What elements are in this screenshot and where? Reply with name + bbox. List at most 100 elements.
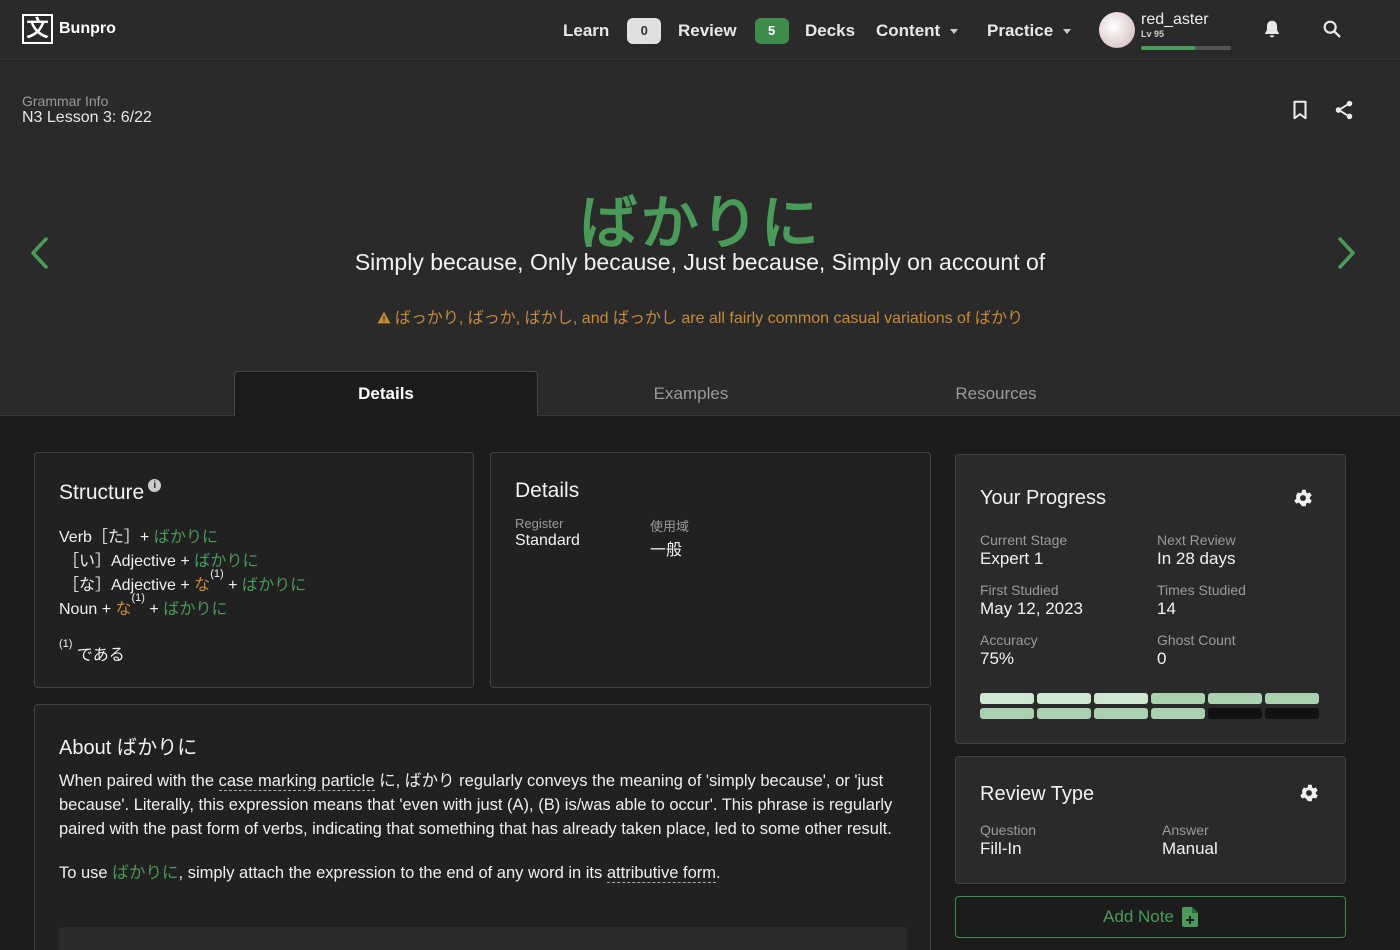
about-card: About ばかりに When paired with the case mar…: [34, 704, 931, 950]
grammar-info-label: Grammar Info: [22, 93, 109, 109]
next-review-field: Next Review In 28 days: [1157, 532, 1236, 569]
first-studied-label: First Studied: [980, 582, 1059, 598]
structure-grammar: ばかりに: [241, 577, 307, 594]
structure-line-verb: Verb［た］+ ばかりに: [59, 523, 218, 547]
structure-footnote: (1) である: [59, 638, 125, 665]
level-progress-fill: [1141, 46, 1195, 50]
structure-pattern: Noun +: [59, 601, 116, 618]
ghost-count-value: 0: [1157, 649, 1167, 668]
answer-type-field: Answer Manual: [1162, 822, 1218, 859]
times-studied-label: Times Studied: [1157, 582, 1246, 598]
footnote-ref: (1): [210, 568, 224, 580]
structure-plus: +: [144, 601, 164, 618]
structure-title: Structure i: [59, 479, 162, 505]
about-body: When paired with the case marking partic…: [59, 769, 909, 885]
tab-resources[interactable]: Resources: [844, 371, 1148, 416]
structure-title-text: Structure: [59, 481, 145, 504]
structure-card: Structure i Verb［た］+ ばかりに ［い］Adjective + …: [34, 452, 474, 688]
review-type-title: Review Type: [980, 783, 1095, 805]
srs-segment: [1265, 708, 1319, 719]
nav-review[interactable]: Review 5: [678, 18, 789, 44]
accuracy-value: 75%: [980, 649, 1015, 668]
avatar: [1099, 12, 1135, 48]
bell-icon[interactable]: [1261, 18, 1283, 40]
times-studied-field: Times Studied 14: [1157, 582, 1246, 619]
nav-review-label: Review: [678, 21, 737, 40]
structure-grammar: ばかりに: [194, 553, 259, 570]
share-icon[interactable]: [1333, 99, 1355, 121]
answer-label: Answer: [1162, 822, 1209, 838]
bookmark-icon[interactable]: [1289, 99, 1311, 121]
question-type-field: Question Fill-In: [980, 822, 1036, 859]
details-title: Details: [515, 479, 580, 502]
structure-line-na-adjective: ［な］Adjective + な(1) + ばかりに: [63, 568, 307, 595]
search-icon[interactable]: [1321, 18, 1343, 40]
details-card: Details Register Standard 使用域 一般: [490, 452, 931, 688]
structure-plus: +: [223, 577, 242, 594]
usage-field: 使用域 一般: [650, 516, 689, 560]
accuracy-label: Accuracy: [980, 632, 1038, 648]
nav-content-dropdown[interactable]: Content: [876, 20, 959, 42]
about-text: When paired with the: [59, 772, 219, 790]
nav-learn[interactable]: Learn 0: [563, 18, 662, 44]
first-studied-field: First Studied May 12, 2023: [980, 582, 1083, 619]
current-stage-value: Expert 1: [980, 549, 1044, 568]
warning-icon: [377, 311, 391, 324]
info-icon[interactable]: i: [148, 479, 162, 492]
usage-label: 使用域: [650, 519, 690, 534]
tab-details[interactable]: Details: [234, 371, 538, 416]
user-level: Lv 95: [1141, 29, 1165, 39]
srs-segment: [1151, 693, 1205, 704]
lesson-indicator: N3 Lesson 3: 6/22: [22, 109, 152, 126]
ghost-count-field: Ghost Count 0: [1157, 632, 1236, 669]
caret-down-icon: [1063, 28, 1072, 34]
structure-pattern: ［な］Adjective +: [63, 577, 195, 594]
structure-grammar: ばかりに: [153, 529, 219, 546]
casual-variation-warning: ばっかり, ばっか, ばかし, and ばっかし are all fairly …: [0, 304, 1400, 328]
tab-examples[interactable]: Examples: [539, 371, 843, 416]
add-note-button[interactable]: Add Note: [955, 896, 1346, 938]
structure-pattern: Verb［た］+: [59, 529, 154, 546]
structure-na: な: [194, 577, 211, 594]
nav-practice-dropdown[interactable]: Practice: [987, 20, 1072, 42]
about-text: To use: [59, 864, 113, 882]
structure-line-noun: Noun + な(1) + ばかりに: [59, 592, 228, 619]
structure-na: な: [115, 601, 132, 618]
about-text: .: [715, 864, 721, 882]
register-field: Register Standard: [515, 516, 580, 550]
srs-segment: [1094, 708, 1148, 719]
srs-segment: [1265, 693, 1319, 704]
nav-decks[interactable]: Decks: [805, 20, 855, 42]
footnote-ref: (1): [131, 592, 145, 604]
first-studied-value: May 12, 2023: [980, 599, 1084, 618]
srs-segment: [1208, 693, 1262, 704]
grammar-header: Grammar Info N3 Lesson 3: 6/22 ばかりに Simp…: [0, 61, 1400, 416]
about-paragraph: When paired with the case marking partic…: [59, 769, 909, 841]
logo-icon: 文: [22, 14, 53, 44]
answer-value: Manual: [1162, 839, 1218, 858]
question-value: Fill-In: [980, 839, 1022, 858]
gear-icon[interactable]: [1292, 487, 1314, 509]
grammar-meaning: Simply because, Only because, Just becau…: [354, 249, 1046, 275]
nav-decks-label: Decks: [805, 21, 856, 40]
srs-segment: [980, 708, 1034, 719]
nav-practice-label: Practice: [987, 21, 1054, 40]
file-plus-icon: [1181, 907, 1198, 927]
case-marking-particle-link[interactable]: case marking particle: [218, 772, 375, 791]
progress-card: Your Progress Current Stage Expert 1 Nex…: [955, 454, 1346, 744]
srs-segment: [1037, 693, 1091, 704]
gear-icon[interactable]: [1298, 782, 1320, 804]
footnote-mark: (1): [59, 638, 73, 650]
warning-text: ばっかり, ばっか, ばかし, and ばっかし are all fairly …: [394, 310, 1024, 327]
brand-logo[interactable]: 文 Bunpro: [22, 14, 116, 44]
learn-count-badge: 0: [627, 18, 662, 44]
about-paragraph: To use ばかりに, simply attach the expressio…: [59, 861, 909, 885]
register-value: Standard: [515, 532, 580, 549]
accuracy-field: Accuracy 75%: [980, 632, 1038, 669]
brand-name: Bunpro: [59, 20, 116, 37]
footnote-text: である: [72, 647, 125, 664]
user-menu[interactable]: red_aster Lv 95: [1099, 11, 1231, 53]
about-grammar: ばかりに: [112, 864, 179, 882]
current-stage-label: Current Stage: [980, 532, 1068, 548]
attributive-form-link[interactable]: attributive form: [606, 864, 716, 883]
